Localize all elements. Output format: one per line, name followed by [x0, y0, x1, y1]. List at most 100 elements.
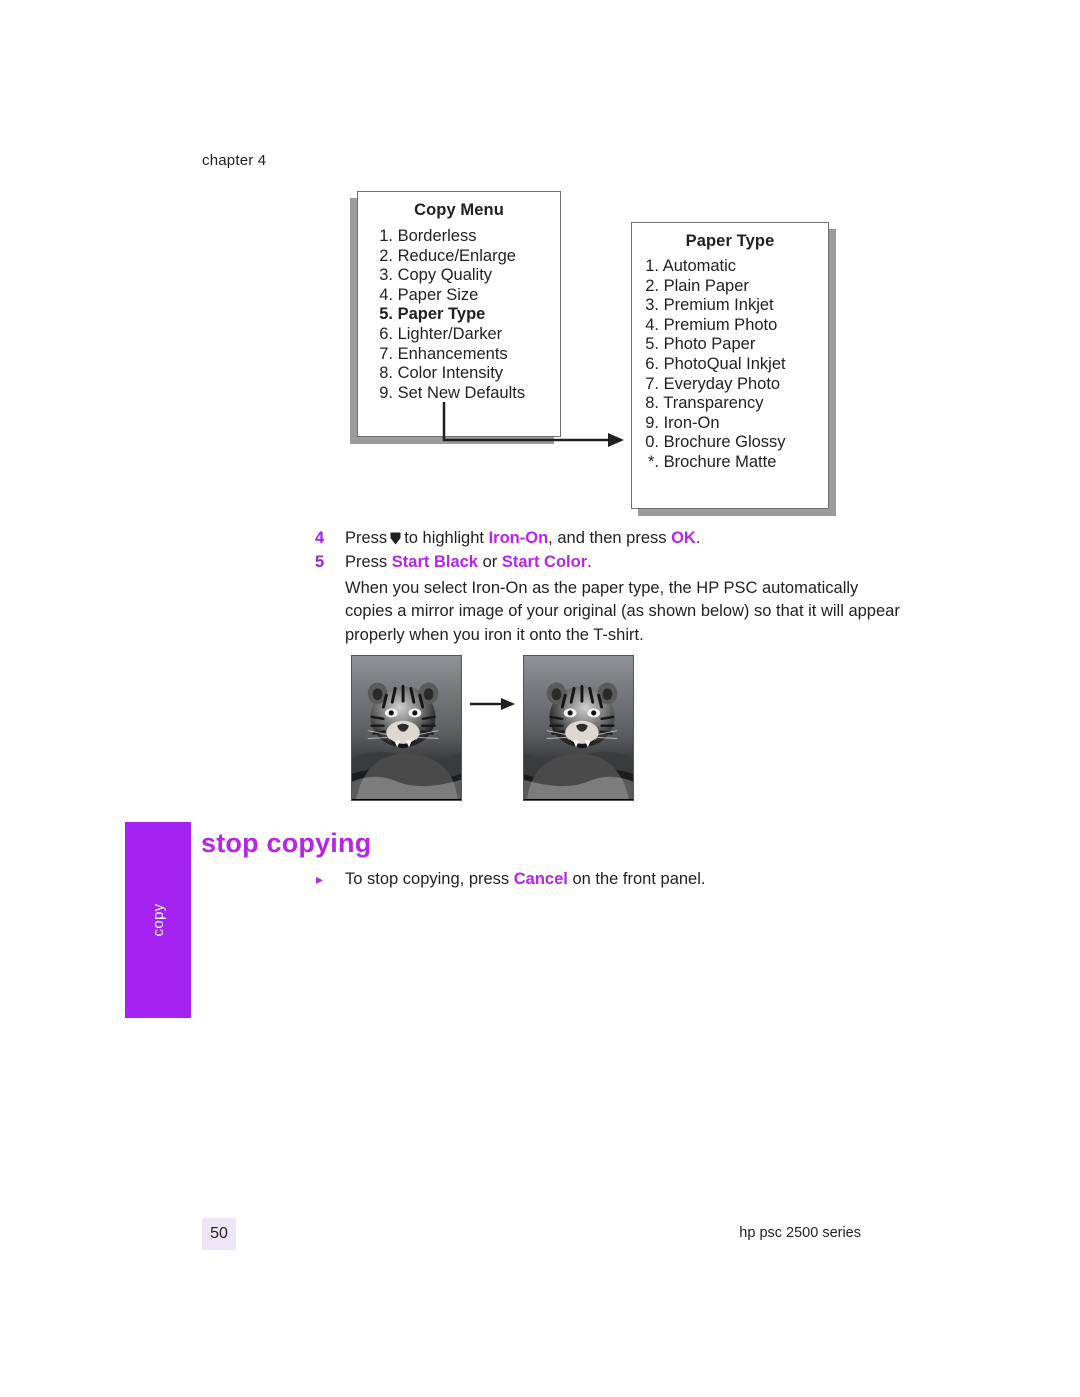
- step-number: 5: [315, 553, 325, 571]
- step-end: .: [695, 529, 701, 547]
- connector-arrow-icon: [442, 402, 624, 447]
- item-label: Premium Inkjet: [663, 296, 774, 315]
- list-item[interactable]: 8. Color Intensity: [374, 364, 560, 384]
- item-number: 9.: [379, 383, 393, 402]
- item-label: Everyday Photo: [663, 374, 781, 393]
- item-number: 3.: [379, 266, 393, 285]
- mirror-arrow-icon: [470, 698, 515, 710]
- tiger-photo: [352, 656, 461, 800]
- paper-type-menu-box: Paper Type 1. Automatic 2. Plain Paper 3…: [631, 222, 829, 509]
- item-label: Photo Paper: [663, 335, 756, 354]
- item-label: Automatic: [662, 257, 737, 275]
- item-label: Brochure Glossy: [663, 433, 786, 452]
- page-title: stop copying: [201, 828, 372, 858]
- item-label: Paper Type: [397, 305, 486, 324]
- item-number: *.: [647, 452, 659, 471]
- list-item-selected[interactable]: 5. Paper Type: [374, 305, 560, 325]
- page-number: 50: [202, 1218, 236, 1250]
- paper-type-menu-title: Paper Type: [685, 232, 775, 250]
- item-label: Paper Size: [397, 285, 479, 304]
- side-tab-copy: copy: [125, 822, 191, 1018]
- step-mid: or: [482, 553, 498, 571]
- list-item[interactable]: 5. Photo Paper: [640, 335, 828, 355]
- item-label: Lighter/Darker: [397, 324, 503, 343]
- list-item[interactable]: 4. Paper Size: [374, 286, 560, 306]
- item-number: 8.: [645, 394, 659, 413]
- item-number: 6.: [379, 324, 393, 343]
- item-label: Borderless: [397, 227, 477, 245]
- paper-type-menu-list: 1. Automatic 2. Plain Paper 3. Premium I…: [640, 257, 828, 473]
- item-label: Copy Quality: [397, 266, 493, 285]
- step-mid: to highlight: [404, 529, 484, 547]
- document-page: chapter 4 Copy Menu 1. Borderless 2. Red…: [0, 0, 1080, 1397]
- copy-menu-list: 1. Borderless 2. Reduce/Enlarge 3. Copy …: [374, 227, 560, 403]
- item-label: Premium Photo: [663, 315, 778, 334]
- list-item[interactable]: 2. Plain Paper: [640, 277, 828, 297]
- step-pre: Press: [345, 529, 388, 547]
- list-item[interactable]: 1. Borderless: [374, 227, 560, 247]
- item-label: PhotoQual Inkjet: [663, 354, 786, 373]
- item-number: 8.: [379, 364, 393, 383]
- item-number: 0.: [645, 433, 659, 452]
- list-item[interactable]: 6. PhotoQual Inkjet: [640, 355, 828, 375]
- step-text: Press Start Black or Start Color.: [345, 551, 915, 574]
- mirrored-image: [523, 655, 634, 801]
- step-post: , and then press: [548, 529, 667, 547]
- item-label: Enhancements: [397, 344, 508, 363]
- item-number: 5.: [645, 335, 659, 354]
- footer-product-name: hp psc 2500 series: [739, 1225, 861, 1241]
- copy-menu-title: Copy Menu: [414, 201, 504, 219]
- item-label: Reduce/Enlarge: [397, 246, 516, 265]
- item-number: 3.: [645, 296, 659, 315]
- list-item[interactable]: 0. Brochure Glossy: [640, 433, 828, 453]
- item-number: 1.: [379, 227, 393, 245]
- tiger-photo-mirrored: [524, 656, 633, 800]
- bullet-highlight-cancel: Cancel: [513, 870, 568, 888]
- item-number: 9.: [645, 413, 659, 432]
- list-item[interactable]: 2. Reduce/Enlarge: [374, 247, 560, 267]
- down-arrow-icon: [390, 532, 401, 545]
- item-label: Brochure Matte: [663, 452, 777, 471]
- item-number: 4.: [645, 315, 659, 334]
- step-end: .: [587, 553, 592, 571]
- step-pre: Press: [345, 553, 388, 571]
- original-image: [351, 655, 462, 801]
- list-item[interactable]: 3. Copy Quality: [374, 266, 560, 286]
- list-item[interactable]: 4. Premium Photo: [640, 316, 828, 336]
- item-number: 7.: [645, 374, 659, 393]
- item-label: Iron-On: [663, 413, 720, 432]
- item-number: 7.: [379, 344, 393, 363]
- step-5: 5 Press Start Black or Start Color.: [315, 551, 915, 574]
- bullet-marker-icon: ▸: [316, 871, 324, 887]
- item-label: Plain Paper: [663, 276, 749, 295]
- procedure-steps: 4 Press to highlight Iron-On, and then pr…: [315, 527, 915, 575]
- step-highlight-iron-on: Iron-On: [488, 529, 549, 547]
- item-number: 2.: [645, 276, 659, 295]
- list-item[interactable]: *. Brochure Matte: [640, 453, 828, 473]
- item-number: 1.: [645, 257, 659, 275]
- step-highlight-ok: OK: [671, 529, 696, 547]
- item-label: Color Intensity: [397, 364, 504, 383]
- list-item[interactable]: 1. Automatic: [640, 257, 828, 277]
- list-item[interactable]: 9. Iron-On: [640, 414, 828, 434]
- item-number: 5.: [379, 305, 393, 324]
- list-item[interactable]: 7. Everyday Photo: [640, 375, 828, 395]
- body-paragraph: When you select Iron-On as the paper typ…: [345, 579, 900, 644]
- list-item[interactable]: 6. Lighter/Darker: [374, 325, 560, 345]
- list-item[interactable]: 3. Premium Inkjet: [640, 296, 828, 316]
- item-label: Transparency: [663, 394, 764, 413]
- side-tab-label: copy: [149, 903, 167, 937]
- bullet-pre: To stop copying, press: [345, 870, 510, 888]
- list-item[interactable]: 7. Enhancements: [374, 345, 560, 365]
- step-text: Press to highlight Iron-On, and then pres…: [345, 527, 915, 550]
- bullet-text: To stop copying, press Cancel on the fro…: [345, 870, 705, 889]
- list-item[interactable]: 8. Transparency: [640, 394, 828, 414]
- step-highlight-start-color: Start Color: [501, 553, 588, 571]
- item-number: 6.: [645, 354, 659, 373]
- item-number: 2.: [379, 246, 393, 265]
- step-highlight-start-black: Start Black: [391, 553, 478, 571]
- item-number: 4.: [379, 285, 393, 304]
- bullet-item: ▸ To stop copying, press Cancel on the f…: [316, 870, 705, 889]
- step-number: 4: [315, 529, 325, 547]
- chapter-label: chapter 4: [202, 152, 267, 169]
